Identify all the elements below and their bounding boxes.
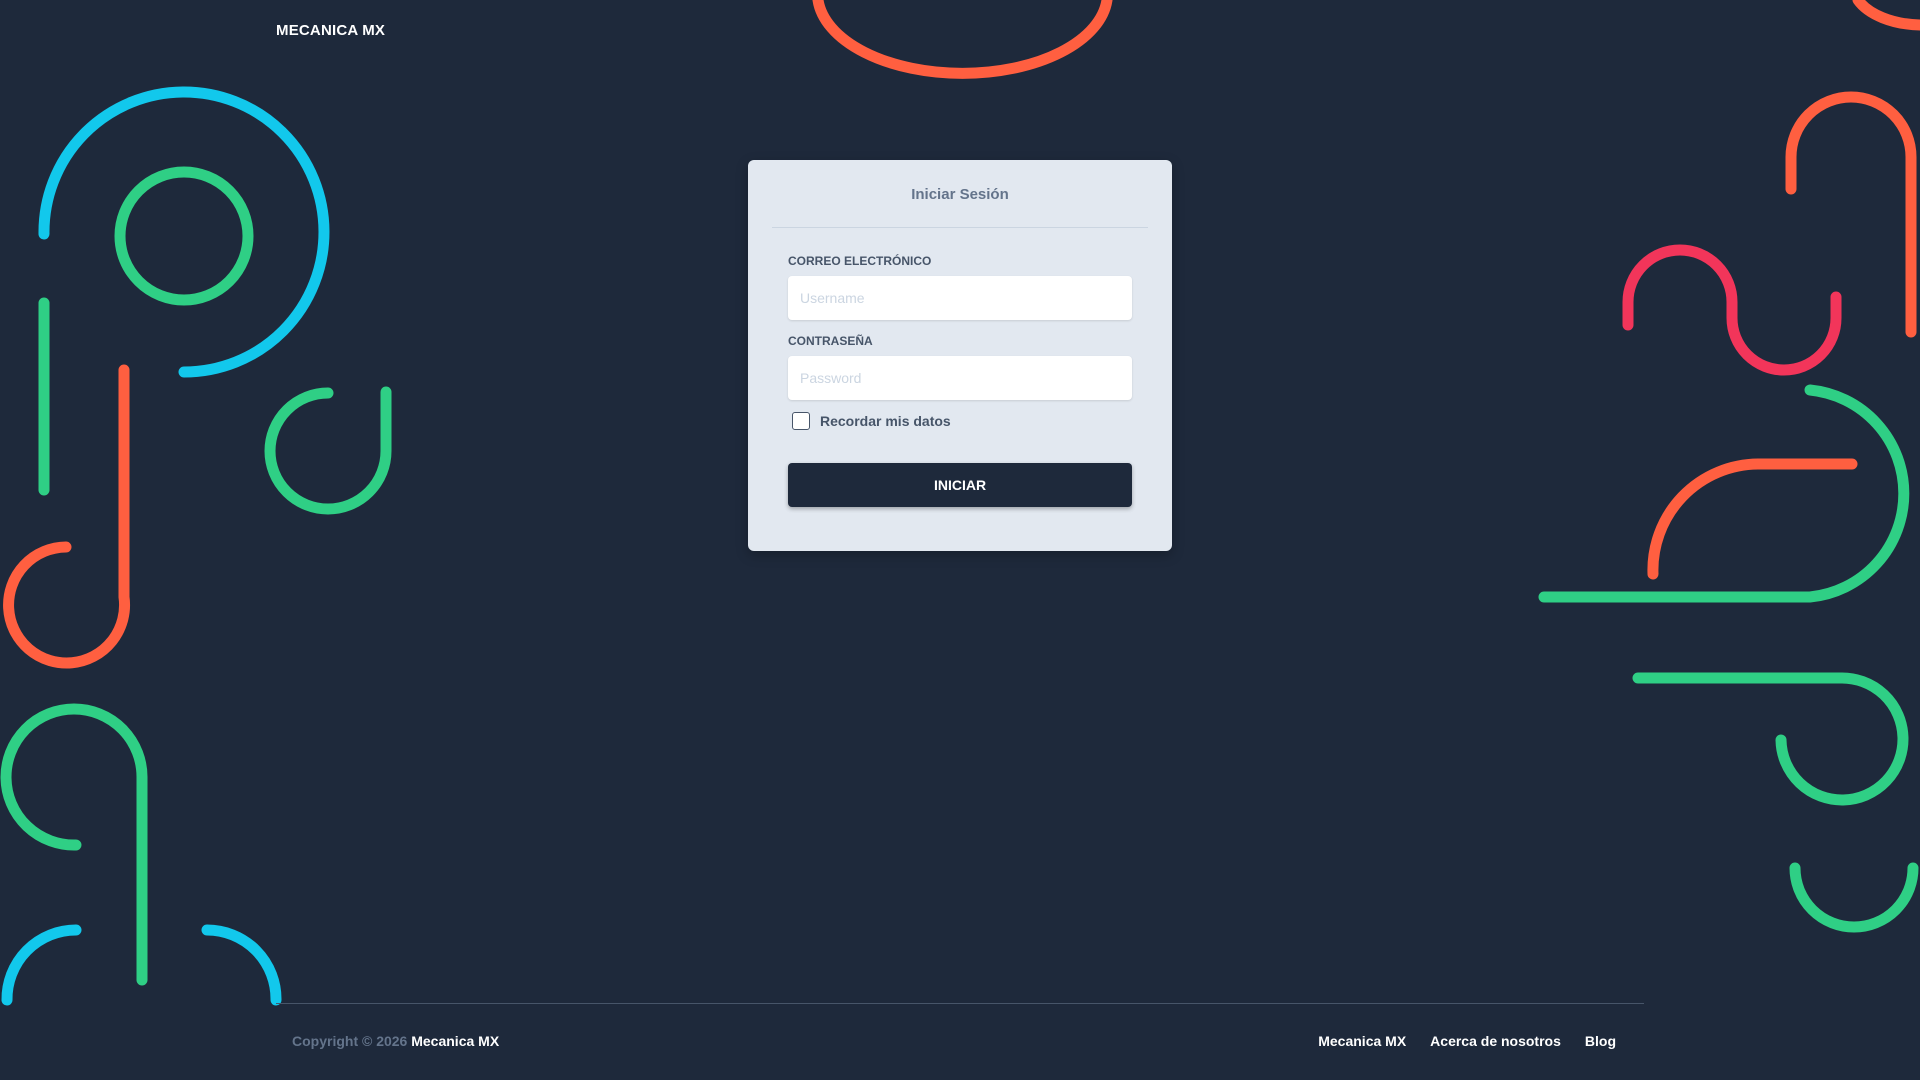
footer-nav: Mecanica MX Acerca de nosotros Blog bbox=[1318, 1033, 1616, 1049]
email-label: CORREO ELECTRÓNICO bbox=[788, 254, 932, 268]
footer-link-blog[interactable]: Blog bbox=[1585, 1033, 1616, 1049]
divider bbox=[772, 227, 1148, 228]
login-card: Iniciar Sesión CORREO ELECTRÓNICO CONTRA… bbox=[748, 160, 1172, 551]
remember-me[interactable]: Recordar mis datos bbox=[792, 412, 951, 430]
footer-link-about[interactable]: Acerca de nosotros bbox=[1430, 1033, 1561, 1049]
copyright: Copyright © 2026 Mecanica MX bbox=[292, 1033, 499, 1049]
password-field[interactable] bbox=[788, 356, 1132, 400]
password-label: CONTRASEÑA bbox=[788, 334, 873, 348]
email-field[interactable] bbox=[788, 276, 1132, 320]
copyright-text: Copyright © 2026 bbox=[292, 1033, 408, 1049]
footer-link-mecanica-mx[interactable]: Mecanica MX bbox=[1318, 1033, 1406, 1049]
login-button[interactable]: INICIAR bbox=[788, 463, 1132, 507]
brand-logo-link[interactable]: MECANICA MX bbox=[276, 22, 385, 39]
footer-divider bbox=[276, 1003, 1644, 1004]
login-title: Iniciar Sesión bbox=[911, 186, 1009, 203]
remember-checkbox[interactable] bbox=[792, 412, 810, 430]
copyright-owner-link[interactable]: Mecanica MX bbox=[411, 1033, 499, 1049]
remember-label[interactable]: Recordar mis datos bbox=[820, 413, 951, 429]
